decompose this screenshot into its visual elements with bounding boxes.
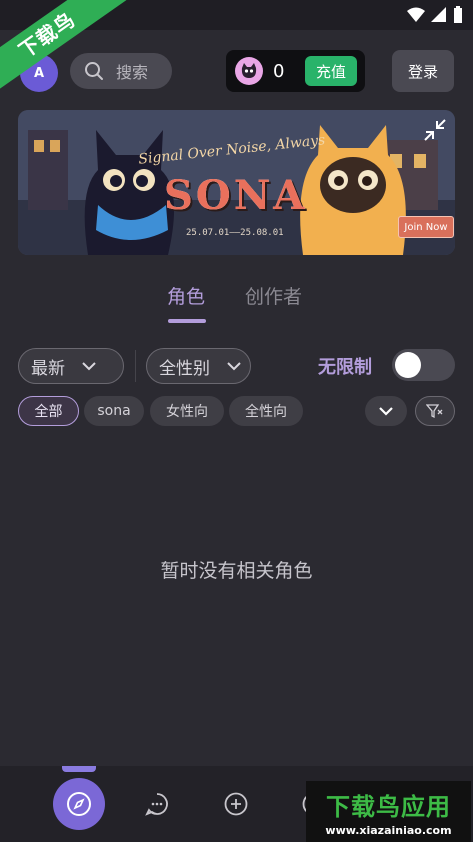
sort-dropdown[interactable]: 最新 — [18, 348, 124, 384]
gender-value: 全性别 — [159, 358, 210, 379]
banner-dates: 25.07.01——25.08.01 — [186, 228, 284, 238]
sort-value: 最新 — [31, 358, 65, 379]
divider — [135, 350, 136, 382]
event-banner[interactable]: Signal Over Noise, Always SONA 25.07.01—… — [18, 110, 455, 255]
signal-icon — [431, 7, 446, 22]
filter-clear-icon — [426, 404, 443, 419]
wifi-icon — [407, 7, 425, 22]
chevron-down-icon — [227, 362, 241, 371]
content-tabs: 角色 创作者 — [0, 282, 473, 323]
search-input[interactable]: 搜索 — [70, 53, 172, 89]
watermark-title: 下载鸟应用 — [326, 792, 451, 821]
filter-bar: 最新 全性别 无限制 — [0, 348, 473, 386]
clear-filter-button[interactable] — [415, 396, 455, 426]
chevron-down-icon — [379, 407, 393, 416]
top-bar: A 搜索 0 充值 登录 — [0, 46, 473, 96]
compass-icon — [67, 792, 91, 816]
active-tab-indicator — [168, 319, 206, 323]
watermark-url: www.xiazainiao.com — [325, 823, 452, 837]
chip-female-oriented[interactable]: 女性向 — [150, 396, 224, 426]
coin-balance: 0 充值 — [226, 50, 365, 92]
unlimited-toggle[interactable] — [392, 349, 455, 381]
chip-sona[interactable]: sona — [84, 396, 144, 426]
collapse-icon[interactable] — [423, 118, 447, 142]
login-button[interactable]: 登录 — [392, 50, 454, 92]
gender-dropdown[interactable]: 全性别 — [146, 348, 251, 384]
search-icon — [85, 62, 103, 80]
tag-chips: 全部 sona 女性向 全性向 — [0, 396, 473, 428]
cat-coin-icon — [235, 57, 263, 85]
nav-create[interactable] — [210, 778, 262, 830]
toggle-knob — [395, 352, 421, 378]
chip-all-gender[interactable]: 全性向 — [229, 396, 303, 426]
nav-discover[interactable] — [53, 778, 105, 830]
nav-active-indicator — [62, 766, 96, 772]
chevron-down-icon — [82, 362, 96, 371]
empty-state-text: 暂时没有相关角色 — [160, 560, 313, 582]
watermark-logo: 下载鸟应用 www.xiazainiao.com — [306, 781, 471, 842]
expand-tags-button[interactable] — [365, 396, 407, 426]
nav-chat[interactable] — [131, 778, 183, 830]
tab-roles[interactable]: 角色 — [167, 282, 205, 309]
unlimited-label: 无限制 — [318, 357, 372, 378]
coin-count: 0 — [273, 60, 285, 82]
join-now-button[interactable]: Join Now — [398, 216, 454, 238]
chip-all[interactable]: 全部 — [18, 396, 79, 426]
plus-circle-icon — [224, 792, 248, 816]
banner-title: SONA — [164, 172, 308, 219]
search-placeholder: 搜索 — [116, 63, 149, 82]
battery-icon — [454, 6, 462, 23]
recharge-button[interactable]: 充值 — [305, 56, 357, 86]
chat-icon — [145, 793, 168, 816]
tab-creators[interactable]: 创作者 — [245, 282, 302, 309]
